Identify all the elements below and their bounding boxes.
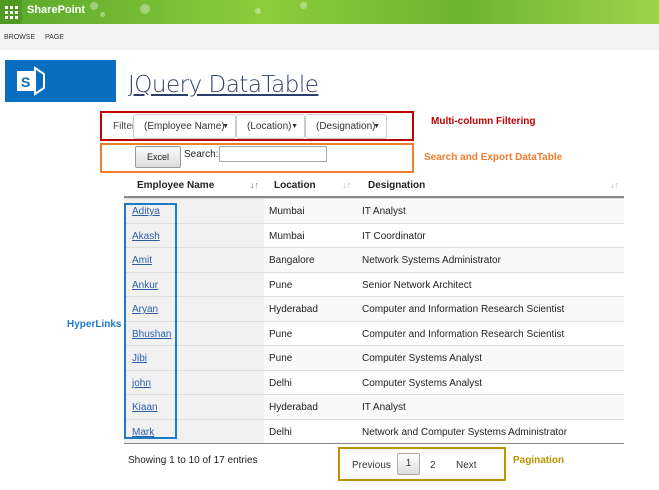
header-designation[interactable]: Designation <box>368 180 425 191</box>
location-cell: Mumbai <box>269 230 305 242</box>
page-2-button[interactable]: 2 <box>430 460 436 471</box>
search-label: Search: <box>184 149 219 160</box>
pagination: Previous 1 2 Next <box>338 447 506 481</box>
table-row: Akash Mumbai IT Coordinator <box>124 222 624 248</box>
location-cell: Pune <box>269 328 293 340</box>
designation-cell: IT Analyst <box>362 206 406 217</box>
next-button[interactable]: Next <box>456 460 477 471</box>
ribbon-tabs: BROWSE PAGE <box>0 24 659 50</box>
location-cell: Delhi <box>269 377 292 389</box>
svg-text:S: S <box>21 74 30 90</box>
employee-name-filter[interactable]: (Employee Name) ▼ <box>133 114 236 139</box>
tab-page[interactable]: PAGE <box>45 34 64 41</box>
table-row: Kiaan Hyderabad IT Analyst <box>124 394 624 419</box>
excel-export-button[interactable]: Excel <box>135 146 181 168</box>
table-info: Showing 1 to 10 of 17 entries <box>128 455 258 466</box>
select-value: (Location) <box>247 121 292 132</box>
designation-cell: IT Analyst <box>362 402 406 413</box>
suite-bar: SharePoint <box>0 0 659 24</box>
table-bottom-divider <box>124 443 624 444</box>
designation-cell: Network and Computer Systems Administrat… <box>362 426 568 438</box>
table-row: Mark Delhi Network and Computer Systems … <box>124 418 624 444</box>
brand-label[interactable]: SharePoint <box>27 4 85 16</box>
select-value: (Employee Name) <box>144 121 225 132</box>
header-location[interactable]: Location <box>274 180 316 191</box>
sharepoint-logo[interactable]: S <box>5 60 116 102</box>
annotation-filtering: Multi-column Filtering <box>431 116 536 127</box>
location-cell: Pune <box>269 353 293 364</box>
sort-icon[interactable]: ↓↑ <box>610 180 619 190</box>
table-row: Bhushan Pune Computer and Information Re… <box>124 320 624 346</box>
designation-cell: Computer and Information Research Scient… <box>362 328 565 340</box>
designation-cell: Senior Network Architect <box>362 279 472 291</box>
table-row: Ankur Pune Senior Network Architect <box>124 271 624 297</box>
designation-cell: Computer and Information Research Scient… <box>362 304 565 315</box>
designation-cell: IT Coordinator <box>362 230 426 242</box>
table-row: Aryan Hyderabad Computer and Information… <box>124 296 624 321</box>
select-value: (Designation) <box>316 121 376 132</box>
header-employee-name[interactable]: Employee Name <box>137 180 214 191</box>
annotation-hyperlinks: HyperLinks <box>67 319 122 330</box>
hyperlink-highlight-box <box>124 203 177 439</box>
location-cell: Pune <box>269 279 293 291</box>
designation-cell: Network Systems Administrator <box>362 255 501 266</box>
page-1-button[interactable]: 1 <box>397 453 420 475</box>
dropdown-arrow-icon: ▼ <box>373 123 380 130</box>
location-cell: Bangalore <box>269 255 315 266</box>
designation-filter[interactable]: (Designation) ▼ <box>305 114 387 139</box>
sort-ascending-icon[interactable]: ↓↑ <box>250 180 259 190</box>
dropdown-arrow-icon: ▼ <box>291 123 298 130</box>
sort-icon[interactable]: ↓↑ <box>342 180 351 190</box>
location-cell: Mumbai <box>269 206 305 217</box>
page-title[interactable]: JQuery DataTable <box>128 72 319 98</box>
location-cell: Hyderabad <box>269 402 318 413</box>
annotation-pagination: Pagination <box>513 455 565 466</box>
designation-cell: Computer Systems Analyst <box>362 377 483 389</box>
location-filter[interactable]: (Location) ▼ <box>236 114 305 139</box>
table-row: Aditya Mumbai IT Analyst <box>124 198 624 223</box>
table-row: Jibi Pune Computer Systems Analyst <box>124 345 624 370</box>
designation-cell: Computer Systems Analyst <box>362 353 483 364</box>
filter-label: Filter <box>113 121 136 132</box>
table-row: Amit Bangalore Network Systems Administr… <box>124 247 624 272</box>
previous-button[interactable]: Previous <box>352 460 391 471</box>
annotation-search-export: Search and Export DataTable <box>424 152 563 163</box>
location-cell: Hyderabad <box>269 304 318 315</box>
app-launcher-icon[interactable] <box>0 0 22 24</box>
search-input[interactable] <box>219 146 327 162</box>
tab-browse[interactable]: BROWSE <box>4 34 35 41</box>
table-row: john Delhi Computer Systems Analyst <box>124 369 624 395</box>
location-cell: Delhi <box>269 426 292 438</box>
dropdown-arrow-icon: ▼ <box>222 123 229 130</box>
